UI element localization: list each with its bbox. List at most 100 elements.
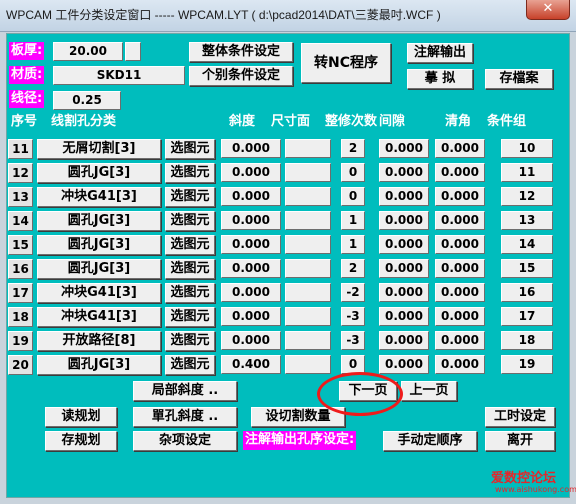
passes-field[interactable]: 0 — [341, 355, 365, 374]
individual-condition-button[interactable]: 个别条件设定 — [189, 66, 293, 86]
overall-condition-button[interactable]: 整体条件设定 — [189, 42, 293, 62]
passes-field[interactable]: -3 — [341, 331, 365, 350]
condition-group-field[interactable]: 16 — [501, 283, 553, 302]
surface-field[interactable] — [285, 355, 331, 374]
taper-field[interactable]: 0.000 — [221, 307, 281, 326]
save-plan-button[interactable]: 存规划 — [45, 431, 117, 451]
convert-nc-button[interactable]: 转NC程序 — [301, 43, 391, 83]
exit-button[interactable]: 离开 — [485, 431, 555, 451]
passes-field[interactable]: -2 — [341, 283, 365, 302]
select-element-button[interactable]: 选图元 — [165, 163, 215, 183]
hole-type-button[interactable]: 圆孔JG[3] — [37, 163, 161, 183]
material-field[interactable]: SKD11 — [53, 66, 185, 85]
hole-type-button[interactable]: 冲块G41[3] — [37, 307, 161, 327]
gap-field[interactable]: 0.000 — [379, 211, 429, 230]
hole-type-button[interactable]: 圆孔JG[3] — [37, 355, 161, 375]
select-element-button[interactable]: 选图元 — [165, 187, 215, 207]
passes-field[interactable]: 0 — [341, 187, 365, 206]
gap-field[interactable]: 0.000 — [379, 139, 429, 158]
taper-field[interactable]: 0.000 — [221, 211, 281, 230]
condition-group-field[interactable]: 17 — [501, 307, 553, 326]
taper-field[interactable]: 0.000 — [221, 235, 281, 254]
thickness-extra-button[interactable] — [125, 42, 141, 61]
clear-corner-field[interactable]: 0.000 — [435, 307, 485, 326]
local-taper-button[interactable]: 局部斜度 .. — [133, 381, 237, 401]
condition-group-field[interactable]: 10 — [501, 139, 553, 158]
hole-type-button[interactable]: 开放路径[8] — [37, 331, 161, 351]
gap-field[interactable]: 0.000 — [379, 235, 429, 254]
clear-corner-field[interactable]: 0.000 — [435, 259, 485, 278]
taper-field[interactable]: 0.000 — [221, 259, 281, 278]
hole-type-button[interactable]: 圆孔JG[3] — [37, 211, 161, 231]
select-element-button[interactable]: 选图元 — [165, 211, 215, 231]
surface-field[interactable] — [285, 283, 331, 302]
passes-field[interactable]: 0 — [341, 163, 365, 182]
passes-field[interactable]: 1 — [341, 211, 365, 230]
hole-type-button[interactable]: 冲块G41[3] — [37, 283, 161, 303]
clear-corner-field[interactable]: 0.000 — [435, 139, 485, 158]
taper-field[interactable]: 0.000 — [221, 163, 281, 182]
gap-field[interactable]: 0.000 — [379, 259, 429, 278]
select-element-button[interactable]: 选图元 — [165, 331, 215, 351]
passes-field[interactable]: 1 — [341, 235, 365, 254]
condition-group-field[interactable]: 13 — [501, 211, 553, 230]
misc-settings-button[interactable]: 杂项设定 — [133, 431, 237, 451]
annotation-output-button[interactable]: 注解输出 — [407, 43, 473, 63]
read-plan-button[interactable]: 读规划 — [45, 407, 117, 427]
gap-field[interactable]: 0.000 — [379, 283, 429, 302]
select-element-button[interactable]: 选图元 — [165, 355, 215, 375]
select-element-button[interactable]: 选图元 — [165, 259, 215, 279]
set-cut-count-button[interactable]: 设切割数量 — [251, 407, 345, 427]
taper-field[interactable]: 0.000 — [221, 283, 281, 302]
surface-field[interactable] — [285, 235, 331, 254]
hole-type-button[interactable]: 圆孔JG[3] — [37, 259, 161, 279]
gap-field[interactable]: 0.000 — [379, 355, 429, 374]
condition-group-field[interactable]: 19 — [501, 355, 553, 374]
manual-order-button[interactable]: 手动定顺序 — [383, 431, 477, 451]
thickness-field[interactable]: 20.00 — [53, 42, 123, 61]
hole-type-button[interactable]: 无屑切割[3] — [37, 139, 161, 159]
passes-field[interactable]: 2 — [341, 259, 365, 278]
passes-field[interactable]: -3 — [341, 307, 365, 326]
surface-field[interactable] — [285, 139, 331, 158]
next-page-button[interactable]: 下一页 — [339, 381, 397, 401]
clear-corner-field[interactable]: 0.000 — [435, 331, 485, 350]
select-element-button[interactable]: 选图元 — [165, 235, 215, 255]
surface-field[interactable] — [285, 307, 331, 326]
gap-field[interactable]: 0.000 — [379, 331, 429, 350]
surface-field[interactable] — [285, 163, 331, 182]
hole-type-button[interactable]: 圆孔JG[3] — [37, 235, 161, 255]
gap-field[interactable]: 0.000 — [379, 163, 429, 182]
clear-corner-field[interactable]: 0.000 — [435, 235, 485, 254]
surface-field[interactable] — [285, 187, 331, 206]
passes-field[interactable]: 2 — [341, 139, 365, 158]
prev-page-button[interactable]: 上一页 — [401, 381, 457, 401]
gap-field[interactable]: 0.000 — [379, 187, 429, 206]
condition-group-field[interactable]: 15 — [501, 259, 553, 278]
hole-type-button[interactable]: 冲块G41[3] — [37, 187, 161, 207]
surface-field[interactable] — [285, 259, 331, 278]
select-element-button[interactable]: 选图元 — [165, 307, 215, 327]
surface-field[interactable] — [285, 211, 331, 230]
clear-corner-field[interactable]: 0.000 — [435, 187, 485, 206]
title-bar[interactable]: WPCAM 工件分类设定窗口 ----- WPCAM.LYT ( d:\pcad… — [0, 0, 576, 32]
single-hole-taper-button[interactable]: 單孔斜度 .. — [133, 407, 237, 427]
wire-diameter-field[interactable]: 0.25 — [53, 91, 121, 110]
condition-group-field[interactable]: 11 — [501, 163, 553, 182]
condition-group-field[interactable]: 14 — [501, 235, 553, 254]
condition-group-field[interactable]: 12 — [501, 187, 553, 206]
condition-group-field[interactable]: 18 — [501, 331, 553, 350]
save-file-button[interactable]: 存檔案 — [485, 69, 553, 89]
work-hours-button[interactable]: 工时设定 — [485, 407, 555, 427]
taper-field[interactable]: 0.000 — [221, 187, 281, 206]
taper-field[interactable]: 0.000 — [221, 139, 281, 158]
select-element-button[interactable]: 选图元 — [165, 139, 215, 159]
taper-field[interactable]: 0.400 — [221, 355, 281, 374]
simulate-button[interactable]: 摹 拟 — [407, 69, 473, 89]
taper-field[interactable]: 0.000 — [221, 331, 281, 350]
clear-corner-field[interactable]: 0.000 — [435, 355, 485, 374]
clear-corner-field[interactable]: 0.000 — [435, 283, 485, 302]
clear-corner-field[interactable]: 0.000 — [435, 211, 485, 230]
surface-field[interactable] — [285, 331, 331, 350]
gap-field[interactable]: 0.000 — [379, 307, 429, 326]
